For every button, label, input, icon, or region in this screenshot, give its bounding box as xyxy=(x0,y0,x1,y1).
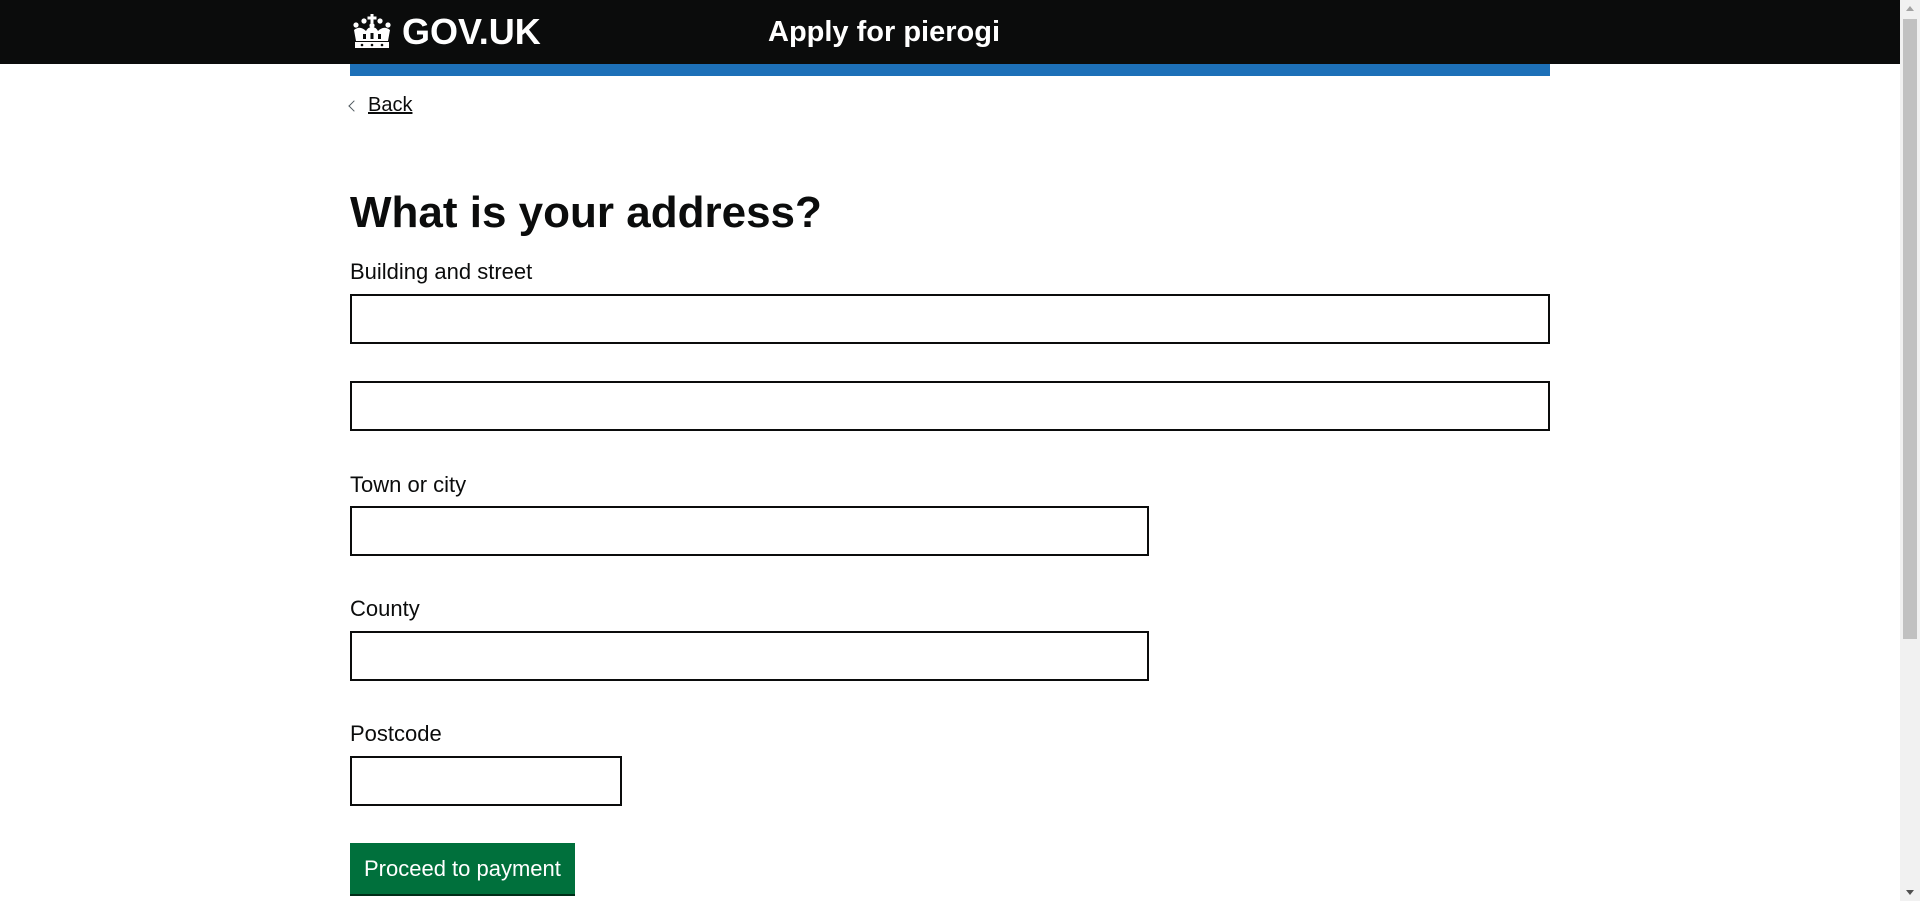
scroll-up-arrow-icon[interactable] xyxy=(1900,0,1920,17)
proceed-to-payment-button[interactable]: Proceed to payment xyxy=(350,843,575,894)
chevron-left-icon xyxy=(348,100,360,112)
scrollbar-thumb[interactable] xyxy=(1903,19,1917,639)
site-header: GOV.UK Apply for pierogi xyxy=(0,0,1900,64)
postcode-input[interactable] xyxy=(350,756,622,806)
county-input[interactable] xyxy=(350,631,1149,681)
back-link[interactable]: Back xyxy=(348,94,413,117)
back-link-label: Back xyxy=(368,94,413,116)
page: GOV.UK Apply for pierogi Back What is yo… xyxy=(0,0,1920,901)
header-accent-bar xyxy=(350,64,1550,76)
govuk-logo-link[interactable]: GOV.UK xyxy=(350,10,541,54)
county-label: County xyxy=(350,596,420,621)
postcode-label: Postcode xyxy=(350,721,442,746)
building-street-line2-input[interactable] xyxy=(350,381,1550,431)
building-street-line1-input[interactable] xyxy=(350,294,1550,344)
vertical-scrollbar[interactable] xyxy=(1900,0,1920,901)
crown-icon xyxy=(350,14,394,50)
town-city-input[interactable] xyxy=(350,506,1149,556)
town-city-label: Town or city xyxy=(350,472,467,497)
scroll-down-arrow-icon[interactable] xyxy=(1900,884,1920,901)
logo-text: GOV.UK xyxy=(402,11,541,52)
service-name-link[interactable]: Apply for pierogi xyxy=(768,14,1000,50)
building-street-label: Building and street xyxy=(350,259,533,284)
page-title: What is your address? xyxy=(350,188,822,237)
